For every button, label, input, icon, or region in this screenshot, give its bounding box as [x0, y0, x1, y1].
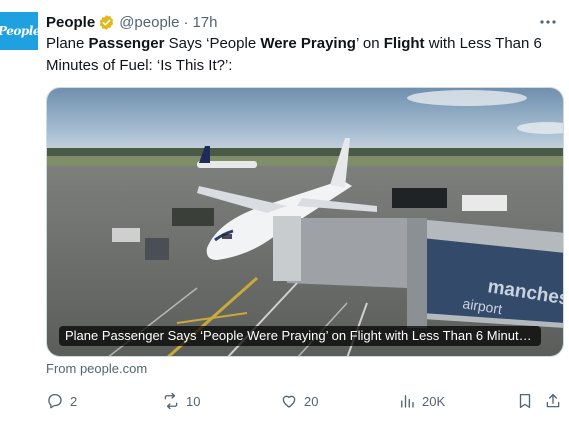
avatar[interactable]: People: [0, 12, 40, 50]
account-name[interactable]: People: [46, 14, 95, 31]
repost-count: 10: [186, 393, 201, 409]
more-options-button[interactable]: [537, 12, 559, 32]
reply-icon: [48, 393, 62, 409]
link-card-caption: Plane Passenger Says ‘People Were Prayin…: [59, 326, 541, 346]
link-source[interactable]: From people.com: [46, 361, 147, 376]
tweet-text-bold-segment: Were Praying: [260, 35, 356, 52]
reply-count: 2: [70, 393, 78, 409]
views-count: 20K: [422, 393, 446, 409]
account-handle[interactable]: @people: [119, 14, 179, 31]
link-card-image[interactable]: manchester airport Plane Passenger Says …: [46, 87, 564, 357]
tweet-text-segment: ’ on: [355, 35, 384, 52]
views-button[interactable]: 20K: [398, 390, 445, 412]
tweet-text-segment: Says ‘People: [164, 35, 261, 52]
tweet-text-bold-segment: Flight: [383, 35, 425, 52]
tweet-text-segment: Plane: [46, 35, 89, 52]
tweet-header: People @people · 17h: [46, 12, 218, 32]
heart-icon: [282, 395, 296, 408]
tweet: People People @people · 17h Plane Passen…: [0, 0, 569, 426]
tweet-timestamp[interactable]: 17h: [192, 14, 217, 31]
avatar-logo-text: People: [0, 24, 40, 38]
more-dots-icon: [540, 20, 556, 24]
repost-button[interactable]: 10: [162, 390, 200, 412]
repost-icon: [164, 392, 178, 410]
bookmark-button[interactable]: [516, 390, 534, 412]
share-button[interactable]: [544, 390, 562, 412]
bookmark-icon: [519, 393, 531, 409]
tweet-text: Plane Passenger Says ‘People Were Prayin…: [46, 33, 556, 77]
like-button[interactable]: 20: [280, 390, 318, 412]
like-count: 20: [304, 393, 319, 409]
separator-dot: ·: [183, 13, 189, 31]
airport-photo: manchester airport: [47, 88, 563, 356]
tweet-text-bold-segment: Passenger: [88, 35, 165, 52]
action-bar: 2 10 20 20K: [46, 390, 566, 412]
views-chart-icon: [401, 395, 414, 408]
verified-badge-icon: [100, 14, 114, 30]
reply-button[interactable]: 2: [46, 390, 77, 412]
share-icon: [546, 393, 560, 408]
